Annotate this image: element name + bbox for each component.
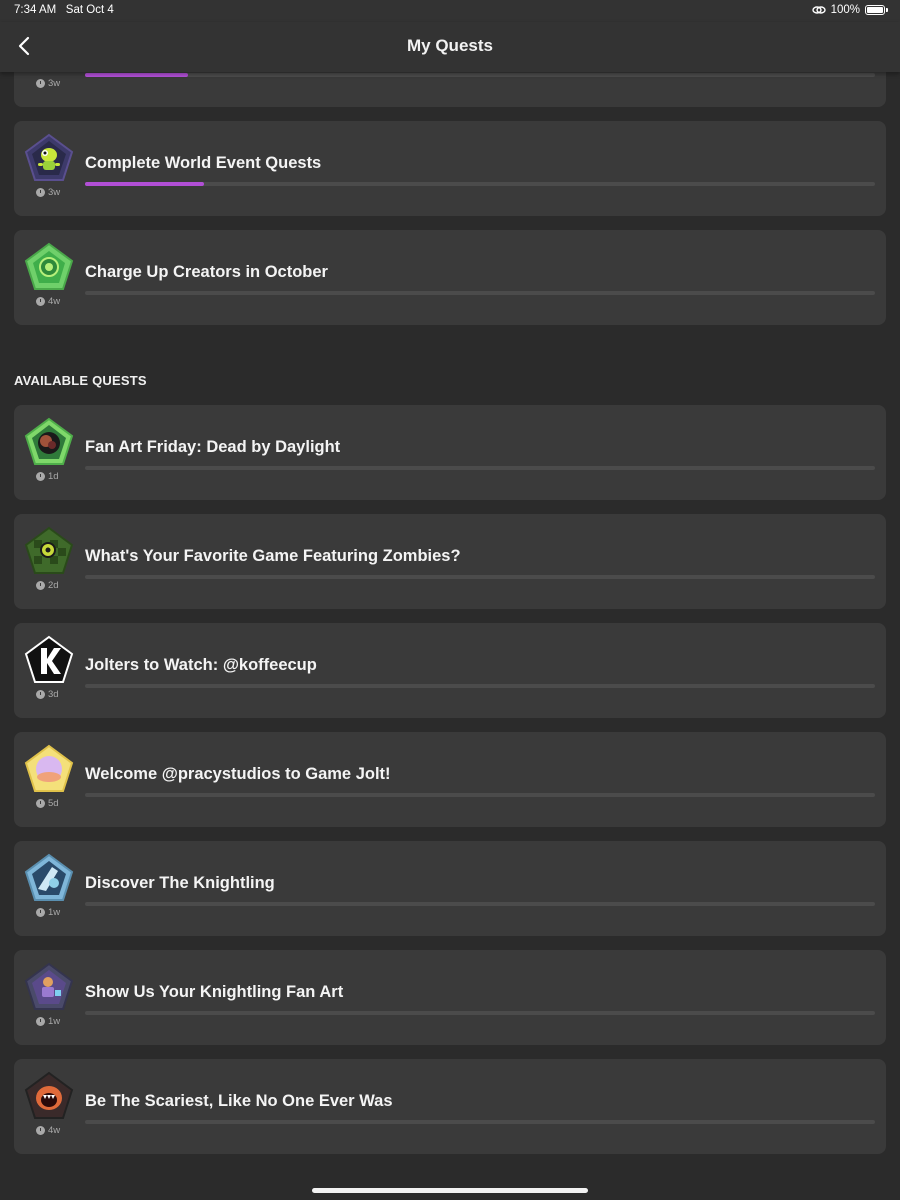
- quest-time-text: 1w: [48, 907, 61, 918]
- quest-card-available-5[interactable]: Show Us Your Knightling Fan Art 1w: [14, 950, 886, 1045]
- quest-title: Jolters to Watch: @koffeecup: [85, 656, 317, 674]
- clock-icon: [36, 472, 45, 481]
- quest-card-2[interactable]: Charge Up Creators in October 4w: [14, 230, 886, 325]
- clock-icon: [36, 581, 45, 590]
- knightling-fan-art-badge-icon: [24, 962, 74, 1010]
- quest-time-text: 1w: [48, 1016, 61, 1027]
- quest-progress-track: [85, 793, 875, 797]
- nav-bar: My Quests: [0, 22, 900, 72]
- quest-progress-track: [85, 684, 875, 688]
- quest-time-remaining: 3w: [36, 78, 60, 89]
- quest-time-text: 5d: [48, 798, 59, 809]
- frog-badge-icon: [24, 133, 74, 181]
- dead-by-daylight-badge-icon: [24, 417, 74, 465]
- welcome-badge-icon: [24, 744, 74, 792]
- clock-icon: [36, 908, 45, 917]
- quest-progress-track: [85, 902, 875, 906]
- clock-icon: [36, 188, 45, 197]
- status-date: Sat Oct 4: [65, 4, 114, 16]
- quest-title: Be The Scariest, Like No One Ever Was: [85, 1092, 393, 1110]
- quest-card-available-3[interactable]: Welcome @pracystudios to Game Jolt! 5d: [14, 732, 886, 827]
- quest-title: Welcome @pracystudios to Game Jolt!: [85, 765, 391, 783]
- koffeecup-badge-icon: [24, 635, 74, 683]
- quest-title: Show Us Your Knightling Fan Art: [85, 983, 344, 1001]
- quest-time-remaining: 2d: [36, 580, 59, 591]
- clock-icon: [36, 79, 45, 88]
- quest-progress-track: [85, 1120, 875, 1124]
- quest-card-available-6[interactable]: Be The Scariest, Like No One Ever Was 4w: [14, 1059, 886, 1154]
- quest-progress-fill: [85, 73, 188, 77]
- clock-icon: [36, 297, 45, 306]
- quest-progress-track: [85, 466, 875, 470]
- status-clock: 7:34 AM: [14, 4, 57, 16]
- available-quests-heading: AVAILABLE QUESTS: [14, 373, 147, 388]
- quest-time-remaining: 3w: [36, 187, 60, 198]
- quest-time-text: 4w: [48, 1125, 61, 1136]
- quest-progress-track: [85, 291, 875, 295]
- quest-time-remaining: 1w: [36, 1016, 60, 1027]
- quest-card-available-1[interactable]: What's Your Favorite Game Featuring Zomb…: [14, 514, 886, 609]
- clock-icon: [36, 690, 45, 699]
- status-right: 100%: [811, 4, 888, 16]
- quest-title: Charge Up Creators in October: [85, 263, 328, 281]
- charge-badge-icon: [24, 242, 74, 290]
- clock-icon: [36, 1126, 45, 1135]
- quest-progress-track: [85, 1011, 875, 1015]
- page-title: My Quests: [407, 36, 493, 55]
- status-time: 7:34 AM Sat Oct 4: [14, 4, 114, 16]
- quest-time-remaining: 1w: [36, 907, 60, 918]
- quest-time-text: 3d: [48, 689, 59, 700]
- quest-title: What's Your Favorite Game Featuring Zomb…: [85, 547, 461, 565]
- quest-progress-track: [85, 73, 875, 77]
- quest-time-text: 1d: [48, 471, 59, 482]
- quest-time-remaining: 1d: [36, 471, 59, 482]
- battery-icon: [865, 5, 885, 15]
- battery-percent: 100%: [830, 4, 860, 16]
- home-indicator[interactable]: [312, 1188, 588, 1193]
- quest-time-remaining: 3d: [36, 689, 59, 700]
- clock-icon: [36, 1017, 45, 1026]
- quest-title: Complete World Event Quests: [85, 154, 322, 172]
- quest-card-available-0[interactable]: Fan Art Friday: Dead by Daylight 1d: [14, 405, 886, 500]
- status-bar: 7:34 AM Sat Oct 4 100%: [0, 0, 900, 22]
- quest-time-text: 4w: [48, 296, 61, 307]
- knightling-badge-icon: [24, 853, 74, 901]
- link-icon: [811, 6, 826, 14]
- quest-progress-track: [85, 575, 875, 579]
- quest-title: Discover The Knightling: [85, 874, 275, 892]
- quest-list: 3w Complete World Event Quests 3w Charge…: [0, 0, 900, 1200]
- quest-time-text: 2d: [48, 580, 59, 591]
- quest-title: Fan Art Friday: Dead by Daylight: [85, 438, 341, 456]
- scariest-badge-icon: [24, 1071, 74, 1119]
- quest-time-text: 3w: [48, 187, 61, 198]
- battery-tip: [886, 8, 888, 12]
- quest-time-remaining: 5d: [36, 798, 59, 809]
- quest-card-1[interactable]: Complete World Event Quests 3w: [14, 121, 886, 216]
- clock-icon: [36, 799, 45, 808]
- quest-card-available-4[interactable]: Discover The Knightling 1w: [14, 841, 886, 936]
- quest-progress-fill: [85, 182, 204, 186]
- quest-time-remaining: 4w: [36, 1125, 60, 1136]
- quest-card-available-2[interactable]: Jolters to Watch: @koffeecup 3d: [14, 623, 886, 718]
- zombie-badge-icon: [24, 526, 74, 574]
- quest-time-text: 3w: [48, 78, 61, 89]
- quest-time-remaining: 4w: [36, 296, 60, 307]
- quest-progress-track: [85, 182, 875, 186]
